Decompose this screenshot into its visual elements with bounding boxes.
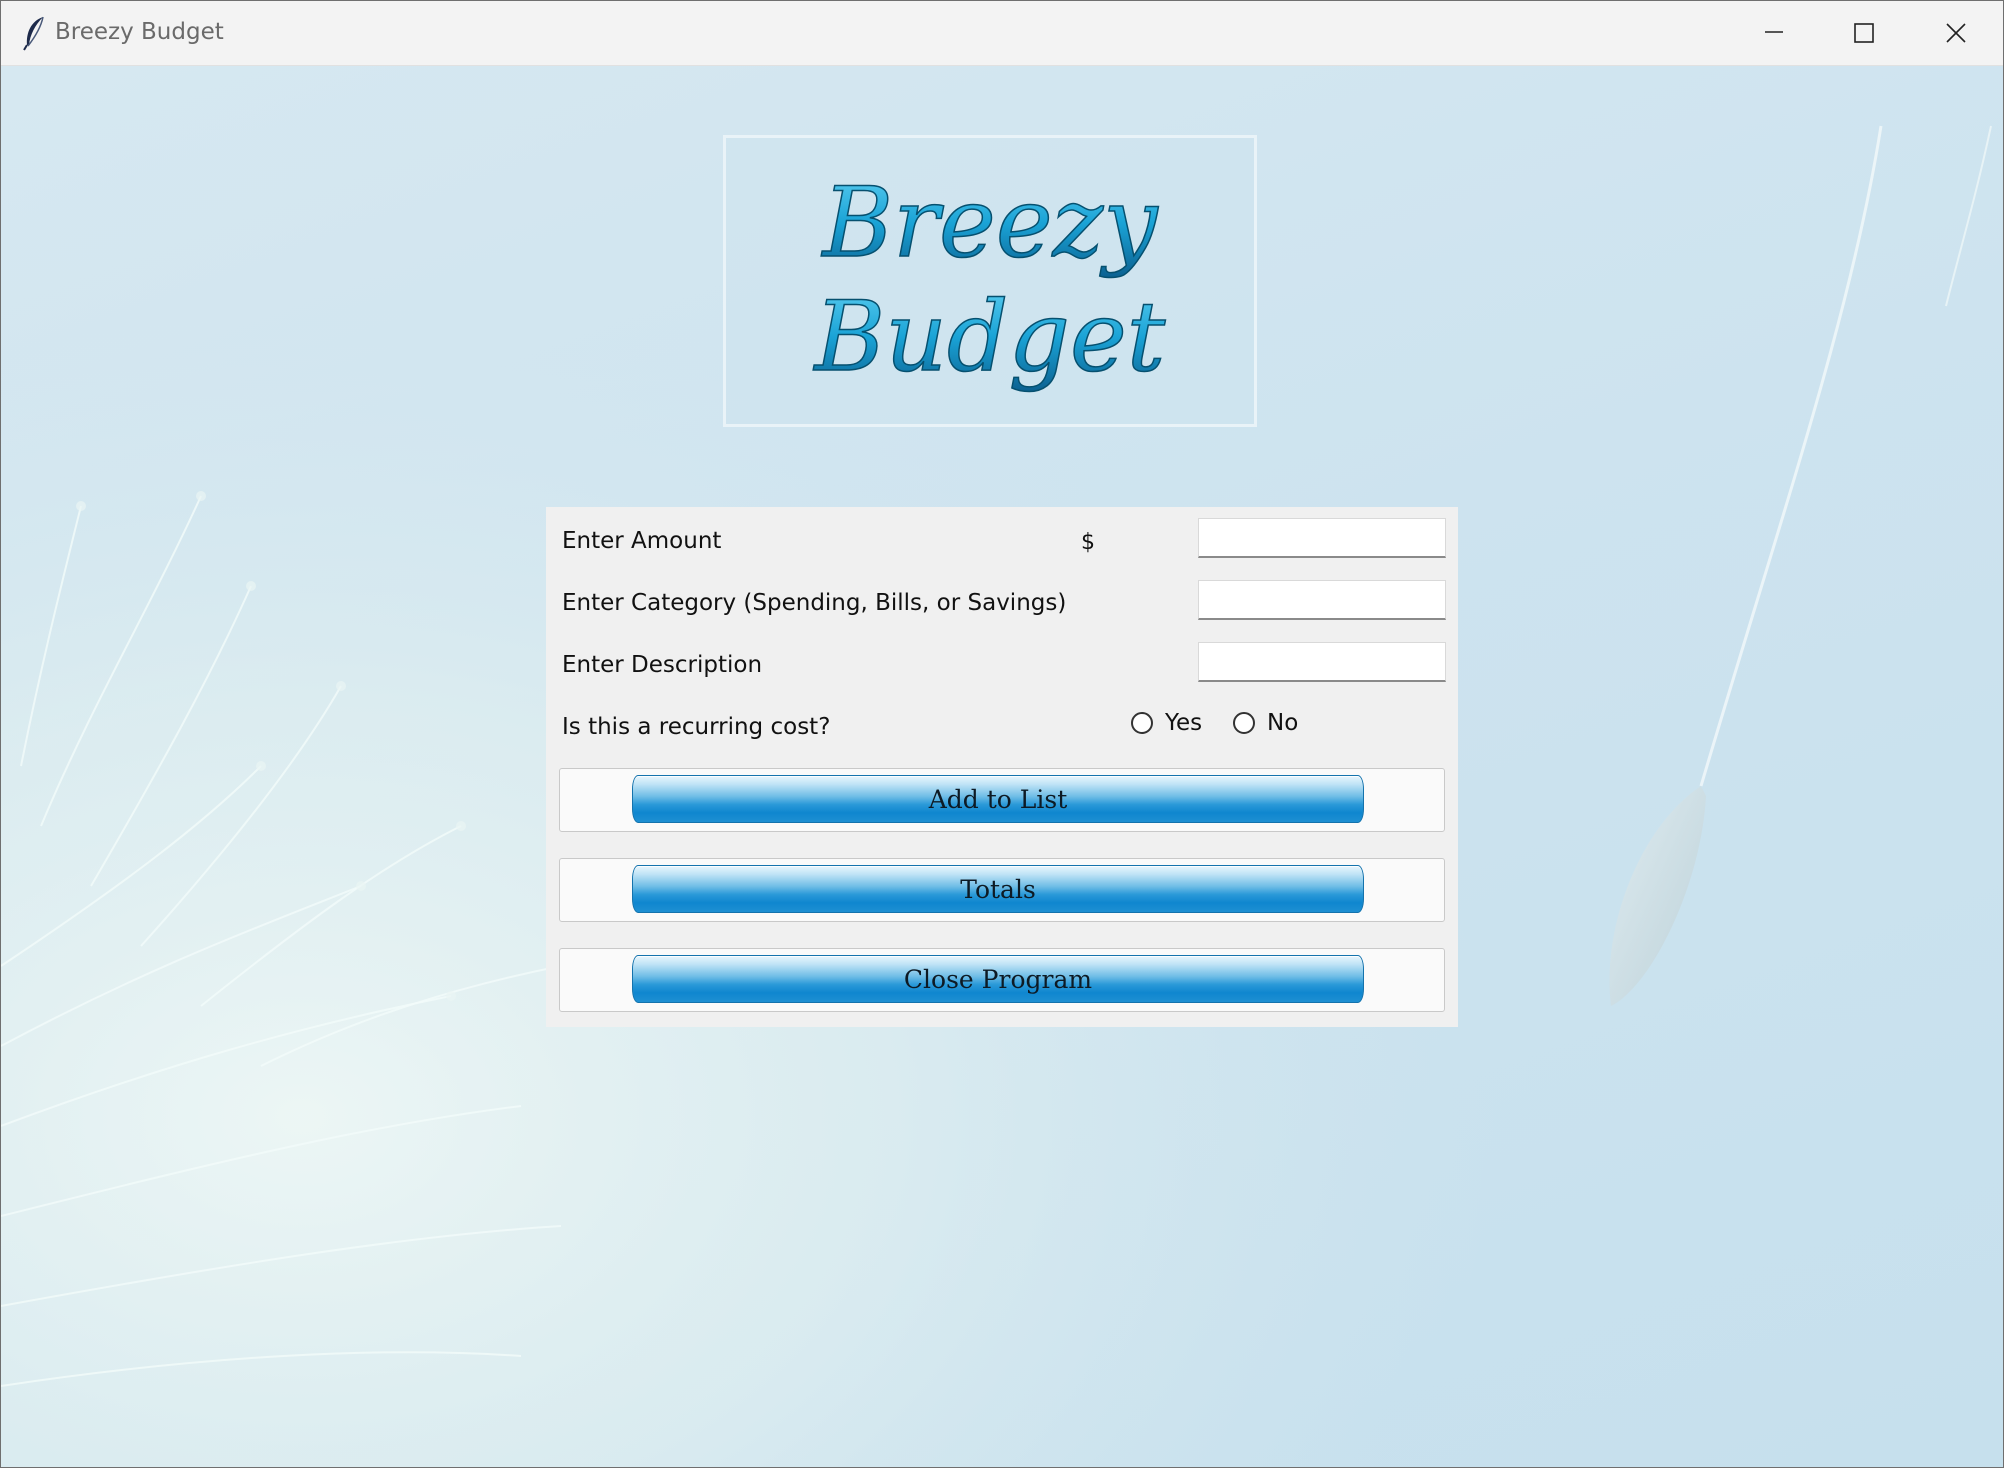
amount-input[interactable] xyxy=(1198,518,1446,558)
add-to-list-button[interactable]: Add to List xyxy=(632,775,1364,823)
maximize-button[interactable] xyxy=(1818,1,1910,65)
close-program-button[interactable]: Close Program xyxy=(632,955,1364,1003)
category-input[interactable] xyxy=(1198,580,1446,620)
radio-yes-label: Yes xyxy=(1165,710,1203,736)
recurring-yes-radio[interactable]: Yes xyxy=(1131,708,1202,738)
close-window-button[interactable] xyxy=(1910,1,2002,65)
totals-button-frame: Totals xyxy=(559,858,1445,922)
logo-line-2: Budget xyxy=(813,281,1166,393)
category-label: Enter Category (Spending, Bills, or Savi… xyxy=(562,590,1067,616)
feather-icon xyxy=(21,15,49,51)
radio-no-label: No xyxy=(1267,710,1299,736)
add-button-frame: Add to List xyxy=(559,768,1445,832)
description-input[interactable] xyxy=(1198,642,1446,682)
radio-button-icon xyxy=(1233,712,1255,734)
totals-button[interactable]: Totals xyxy=(632,865,1364,913)
budget-form: Enter Amount $ Enter Category (Spending,… xyxy=(546,507,1458,1027)
amount-label: Enter Amount xyxy=(562,528,722,554)
title-bar[interactable]: Breezy Budget xyxy=(1,1,2003,66)
logo-line-1: Breezy xyxy=(821,167,1160,279)
close-button-frame: Close Program xyxy=(559,948,1445,1012)
currency-symbol: $ xyxy=(1081,530,1095,555)
recurring-no-radio[interactable]: No xyxy=(1233,708,1298,738)
app-logo: Breezy Budget xyxy=(723,135,1257,427)
description-label: Enter Description xyxy=(562,652,763,678)
recurring-label: Is this a recurring cost? xyxy=(562,714,831,740)
window-title: Breezy Budget xyxy=(55,19,224,45)
app-window: Breezy Budget Breezy Budget Enter Amount… xyxy=(0,0,2004,1468)
minimize-button[interactable] xyxy=(1728,1,1820,65)
radio-button-icon xyxy=(1131,712,1153,734)
main-content: Breezy Budget Enter Amount $ Enter Categ… xyxy=(1,66,2003,1467)
